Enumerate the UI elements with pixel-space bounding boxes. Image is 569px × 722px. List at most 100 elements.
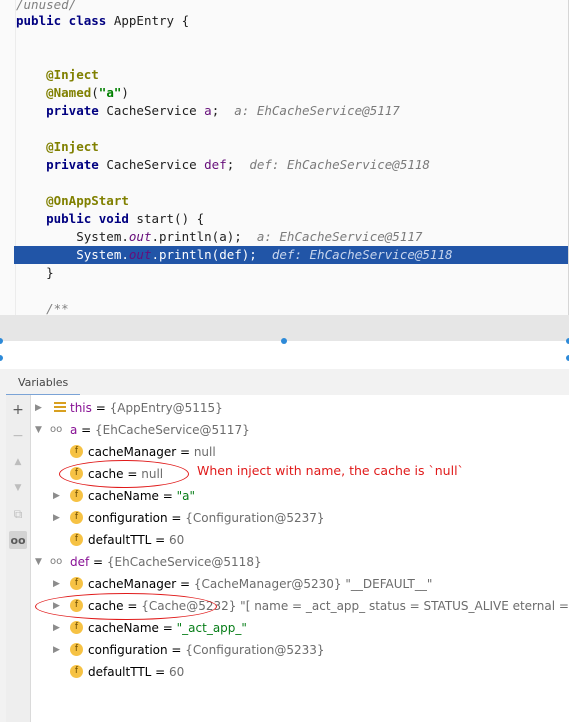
variable-value: {CacheManager@5230} "__DEFAULT__" bbox=[193, 577, 433, 591]
collapse-arrow-icon[interactable]: ▼ bbox=[35, 419, 45, 441]
arrow-down-icon: ▼ bbox=[14, 483, 22, 493]
code-line: public class AppEntry { bbox=[16, 12, 189, 30]
variable-value: {AppEntry@5115} bbox=[109, 401, 223, 415]
expand-arrow-icon[interactable]: ▶ bbox=[53, 573, 63, 595]
variable-name: configuration bbox=[88, 643, 168, 657]
variables-toolbar: + − ▲ ▼ ⧉ oo bbox=[6, 395, 31, 722]
code-line: @Inject bbox=[16, 138, 99, 156]
code-line: System.out.println(def); def: EhCacheSer… bbox=[16, 246, 453, 264]
code-token: public class bbox=[16, 13, 114, 28]
variable-row-a[interactable]: ▼ oo a = {EhCacheService@5117} bbox=[31, 419, 569, 441]
equals-sign: = bbox=[176, 577, 194, 591]
add-watch-button[interactable]: + bbox=[9, 401, 27, 419]
field-icon: f bbox=[70, 643, 83, 656]
code-token: ; bbox=[211, 103, 235, 118]
resize-handle-left[interactable] bbox=[0, 355, 3, 361]
equals-sign: = bbox=[158, 489, 177, 503]
variable-row-defaultTTL[interactable]: f defaultTTL = 60 bbox=[31, 529, 569, 551]
expand-arrow-icon[interactable]: ▶ bbox=[53, 507, 63, 529]
move-down-button[interactable]: ▼ bbox=[9, 479, 27, 497]
collapse-arrow-icon[interactable]: ▼ bbox=[35, 551, 45, 573]
annotation-ellipse-cache-object bbox=[35, 593, 217, 620]
code-token: out bbox=[128, 229, 152, 244]
variable-name: defaultTTL bbox=[88, 533, 152, 547]
variable-row-def[interactable]: ▼ oo def = {EhCacheService@5118} bbox=[31, 551, 569, 573]
expand-arrow-icon[interactable]: ▶ bbox=[35, 397, 45, 419]
glasses-icon: oo bbox=[50, 556, 63, 567]
inline-debug-value: def: EhCacheService@5118 bbox=[271, 247, 453, 262]
glasses-icon: oo bbox=[10, 533, 26, 547]
equals-sign: = bbox=[176, 445, 194, 459]
code-token: out bbox=[128, 247, 152, 262]
variable-text: cacheName = "_act_app_" bbox=[88, 617, 247, 639]
resize-handle-top-center[interactable] bbox=[281, 338, 287, 344]
field-icon: f bbox=[70, 577, 83, 590]
code-token: } bbox=[16, 265, 54, 280]
variable-value: {Configuration@5233} bbox=[185, 643, 325, 657]
code-token: ; bbox=[226, 157, 250, 172]
variable-row-configuration[interactable]: ▶ f configuration = {Configuration@5233} bbox=[31, 639, 569, 661]
variable-value: 60 bbox=[169, 533, 185, 547]
expand-arrow-icon[interactable]: ▶ bbox=[53, 617, 63, 639]
code-token: "a" bbox=[98, 85, 122, 100]
code-token: .println(a); bbox=[151, 229, 257, 244]
code-line: public void start() { bbox=[16, 210, 204, 228]
variable-text: a = {EhCacheService@5117} bbox=[70, 419, 250, 441]
copy-icon: ⧉ bbox=[13, 506, 23, 521]
expand-arrow-icon[interactable]: ▶ bbox=[53, 639, 63, 661]
variable-row-this[interactable]: ▶ this = {AppEntry@5115} bbox=[31, 397, 569, 419]
variable-row-cacheManager[interactable]: ▶ f cacheManager = {CacheManager@5230} "__… bbox=[31, 573, 569, 595]
variable-text: cacheManager = {CacheManager@5230} "__DE… bbox=[88, 573, 432, 595]
tab-variables[interactable]: Variables bbox=[6, 372, 81, 396]
resize-handle-top-left[interactable] bbox=[0, 338, 3, 344]
code-line: @Inject bbox=[16, 66, 99, 84]
variable-text: this = {AppEntry@5115} bbox=[70, 397, 223, 419]
plus-icon: + bbox=[12, 402, 24, 418]
inline-debug-value: a: EhCacheService@5117 bbox=[234, 103, 400, 118]
code-token: ) bbox=[121, 85, 129, 100]
variable-row-cacheName[interactable]: ▶ f cacheName = "a" bbox=[31, 485, 569, 507]
equals-sign: = bbox=[167, 511, 186, 525]
equals-sign: = bbox=[151, 665, 170, 679]
variable-name: this bbox=[70, 401, 92, 415]
code-line: @OnAppStart bbox=[16, 192, 129, 210]
show-watches-toggle[interactable]: oo bbox=[9, 531, 27, 549]
code-token: public void bbox=[16, 211, 137, 226]
code-line: /** bbox=[16, 300, 69, 316]
code-token: @Inject bbox=[16, 67, 99, 82]
expand-arrow-icon[interactable]: ▶ bbox=[53, 485, 63, 507]
code-token: AppEntry { bbox=[113, 13, 190, 28]
panel-splitter[interactable] bbox=[0, 338, 569, 369]
list-icon bbox=[54, 402, 66, 413]
code-token: @OnAppStart bbox=[16, 193, 129, 208]
move-up-button[interactable]: ▲ bbox=[9, 453, 27, 471]
code-token: /** bbox=[16, 301, 69, 316]
field-icon: f bbox=[70, 621, 83, 634]
variable-row-cacheName[interactable]: ▶ f cacheName = "_act_app_" bbox=[31, 617, 569, 639]
equals-sign: = bbox=[151, 533, 170, 547]
code-editor[interactable]: /unused/public class AppEntry { @Inject … bbox=[0, 0, 569, 316]
variable-text: configuration = {Configuration@5233} bbox=[88, 639, 325, 661]
annotation-note: When inject with name, the cache is `nul… bbox=[197, 463, 464, 478]
code-token: @Named bbox=[16, 85, 92, 100]
variable-value: null bbox=[193, 445, 216, 459]
variable-row-configuration[interactable]: ▶ f configuration = {Configuration@5237} bbox=[31, 507, 569, 529]
inline-debug-value: a: EhCacheService@5117 bbox=[256, 229, 423, 244]
copy-button[interactable]: ⧉ bbox=[9, 505, 27, 523]
variable-value: "_act_app_" bbox=[176, 621, 247, 635]
variables-tree[interactable]: ▶ this = {AppEntry@5115} ▼ oo a = {EhCacheSe… bbox=[31, 395, 569, 722]
equals-sign: = bbox=[91, 401, 110, 415]
variable-name: configuration bbox=[88, 511, 168, 525]
variable-value: {EhCacheService@5117} bbox=[95, 423, 250, 437]
code-line: } bbox=[16, 264, 54, 282]
field-icon: f bbox=[70, 489, 83, 502]
code-token: start() { bbox=[136, 211, 205, 226]
annotation-ellipse-null-cache bbox=[59, 460, 189, 488]
variable-row-defaultTTL[interactable]: f defaultTTL = 60 bbox=[31, 661, 569, 683]
field-icon: f bbox=[70, 445, 83, 458]
arrow-up-icon: ▲ bbox=[14, 457, 22, 467]
remove-watch-button[interactable]: − bbox=[9, 427, 27, 445]
variable-name: defaultTTL bbox=[88, 665, 152, 679]
variable-text: defaultTTL = 60 bbox=[88, 661, 184, 683]
code-line: @Named("a") bbox=[16, 84, 129, 102]
